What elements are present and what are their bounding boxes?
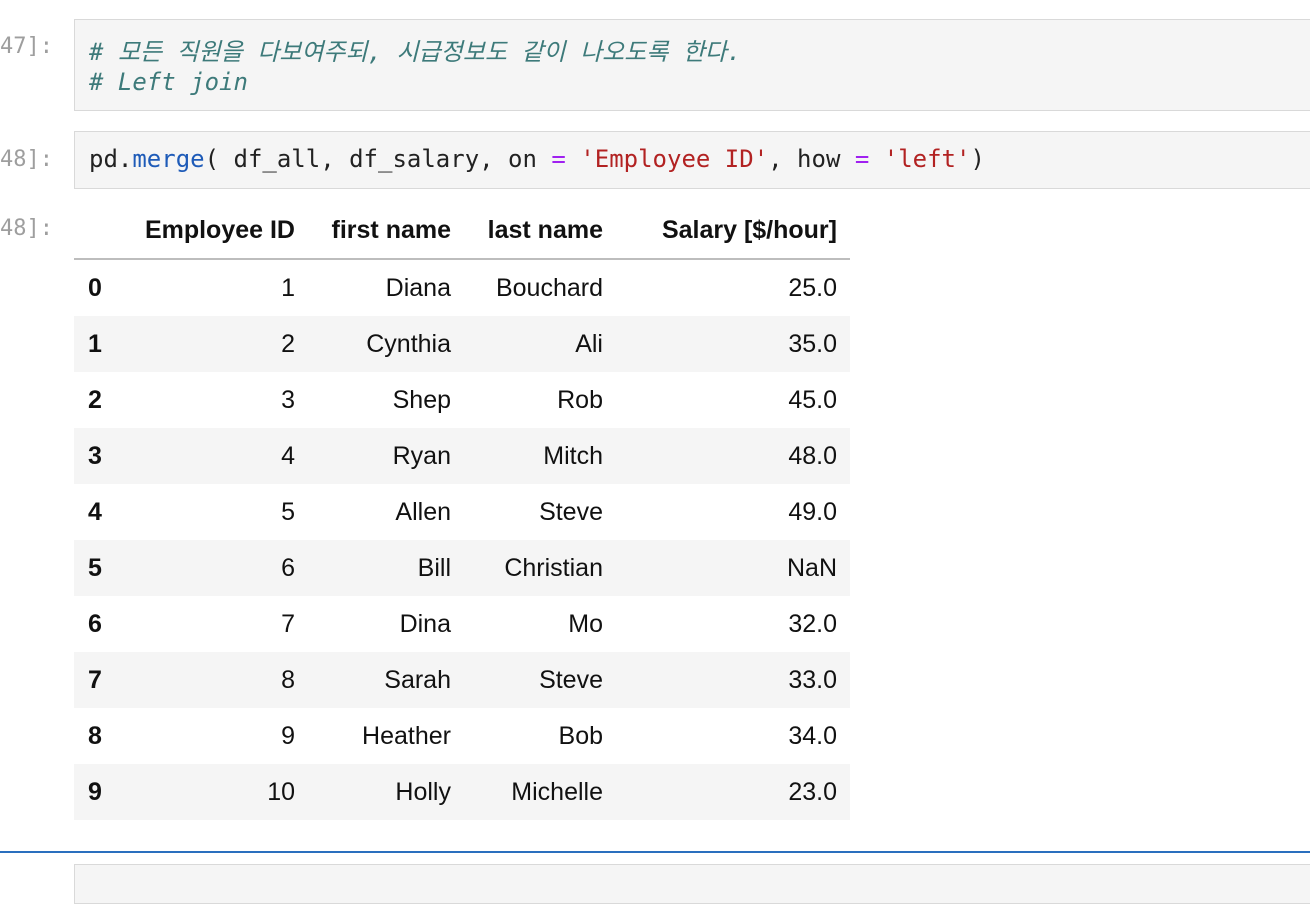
active-cell-divider (0, 851, 1310, 853)
code-token: pd. (89, 145, 133, 173)
output-prompt: 48]: (0, 216, 53, 241)
cell-employee-id: 6 (281, 553, 295, 582)
table-row: 6 7 Dina Mo 32.0 (74, 596, 850, 652)
cell-employee-id: 7 (281, 609, 295, 638)
code-cell-48[interactable]: pd.merge( df_all, df_salary, on = 'Emplo… (74, 131, 1310, 189)
table-header-row: Employee ID first name last name Salary … (74, 202, 850, 260)
cell-last-name: Christian (504, 553, 603, 582)
cell-last-name: Bouchard (495, 273, 603, 302)
cell-prompt: 47]: (0, 34, 53, 59)
cell-last-name: Rob (557, 385, 603, 414)
cell-first-name: Holly (395, 777, 451, 806)
row-index: 1 (88, 329, 102, 358)
cell-salary: 33.0 (788, 665, 837, 694)
comment-line: # 모든 직원을 다보여주되, 시급정보도 같이 나오도록 한다. (89, 38, 742, 66)
column-header-index (74, 202, 118, 260)
table-row: 8 9 Heather Bob 34.0 (74, 708, 850, 764)
cell-first-name: Allen (395, 497, 451, 526)
row-index: 2 (88, 385, 102, 414)
cell-first-name: Bill (417, 553, 451, 582)
code-line: pd.merge( df_all, df_salary, on = 'Emplo… (89, 145, 985, 173)
table-row: 3 4 Ryan Mitch 48.0 (74, 428, 850, 484)
cell-first-name: Heather (362, 721, 451, 750)
cell-salary: 48.0 (788, 441, 837, 470)
cell-first-name: Shep (392, 385, 451, 414)
cell-salary: 32.0 (788, 609, 837, 638)
code-token: = (551, 145, 566, 173)
table-row: 2 3 Shep Rob 45.0 (74, 372, 850, 428)
table-row: 1 2 Cynthia Ali 35.0 (74, 316, 850, 372)
cell-last-name: Mitch (543, 441, 603, 470)
dataframe-table: Employee ID first name last name Salary … (74, 202, 850, 820)
cell-employee-id: 10 (267, 777, 295, 806)
code-token: ( df_all, df_salary, on (204, 145, 552, 173)
row-index: 6 (88, 609, 102, 638)
cell-employee-id: 3 (281, 385, 295, 414)
cell-first-name: Dina (399, 609, 451, 638)
cell-last-name: Ali (575, 329, 603, 358)
cell-employee-id: 1 (281, 273, 295, 302)
table-row: 0 1 Diana Bouchard 25.0 (74, 259, 850, 316)
code-token: , how (768, 145, 855, 173)
code-token: 'left' (883, 145, 971, 173)
cell-employee-id: 5 (281, 497, 295, 526)
table-row: 4 5 Allen Steve 49.0 (74, 484, 850, 540)
cell-first-name: Diana (385, 273, 451, 302)
row-index: 8 (88, 721, 102, 750)
table-row: 9 10 Holly Michelle 23.0 (74, 764, 850, 820)
column-header-first-name: first name (308, 202, 464, 260)
table-row: 5 6 Bill Christian NaN (74, 540, 850, 596)
column-header-employee-id: Employee ID (118, 202, 308, 260)
cell-prompt: 48]: (0, 147, 53, 172)
cell-employee-id: 8 (281, 665, 295, 694)
code-cell-47[interactable]: # 모든 직원을 다보여주되, 시급정보도 같이 나오도록 한다. # Left… (74, 19, 1310, 111)
cell-employee-id: 2 (281, 329, 295, 358)
row-index: 0 (88, 273, 102, 302)
cell-first-name: Cynthia (366, 329, 451, 358)
cell-salary: 23.0 (788, 777, 837, 806)
cell-salary: NaN (786, 553, 837, 582)
cell-salary: 49.0 (788, 497, 837, 526)
code-token: 'Employee ID' (580, 145, 769, 173)
cell-first-name: Ryan (392, 441, 451, 470)
cell-salary: 45.0 (788, 385, 837, 414)
cell-last-name: Steve (539, 665, 603, 694)
cell-salary: 25.0 (788, 273, 837, 302)
row-index: 7 (88, 665, 102, 694)
row-index: 9 (88, 777, 102, 806)
cell-salary: 34.0 (788, 721, 837, 750)
column-header-salary: Salary [$/hour] (616, 202, 850, 260)
code-token: merge (132, 145, 205, 173)
cell-last-name: Steve (539, 497, 603, 526)
cell-salary: 35.0 (788, 329, 837, 358)
cell-last-name: Bob (558, 721, 603, 750)
cell-first-name: Sarah (384, 665, 451, 694)
code-token: = (854, 145, 870, 173)
table-row: 7 8 Sarah Steve 33.0 (74, 652, 850, 708)
cell-last-name: Michelle (511, 777, 603, 806)
code-cell-next[interactable] (74, 864, 1310, 904)
comment-line: # Left join (89, 68, 248, 96)
column-header-last-name: last name (464, 202, 616, 260)
code-token: ) (970, 145, 985, 173)
row-index: 5 (88, 553, 102, 582)
row-index: 3 (88, 441, 102, 470)
cell-last-name: Mo (568, 609, 603, 638)
row-index: 4 (88, 497, 102, 526)
cell-employee-id: 9 (281, 721, 295, 750)
cell-employee-id: 4 (281, 441, 295, 470)
